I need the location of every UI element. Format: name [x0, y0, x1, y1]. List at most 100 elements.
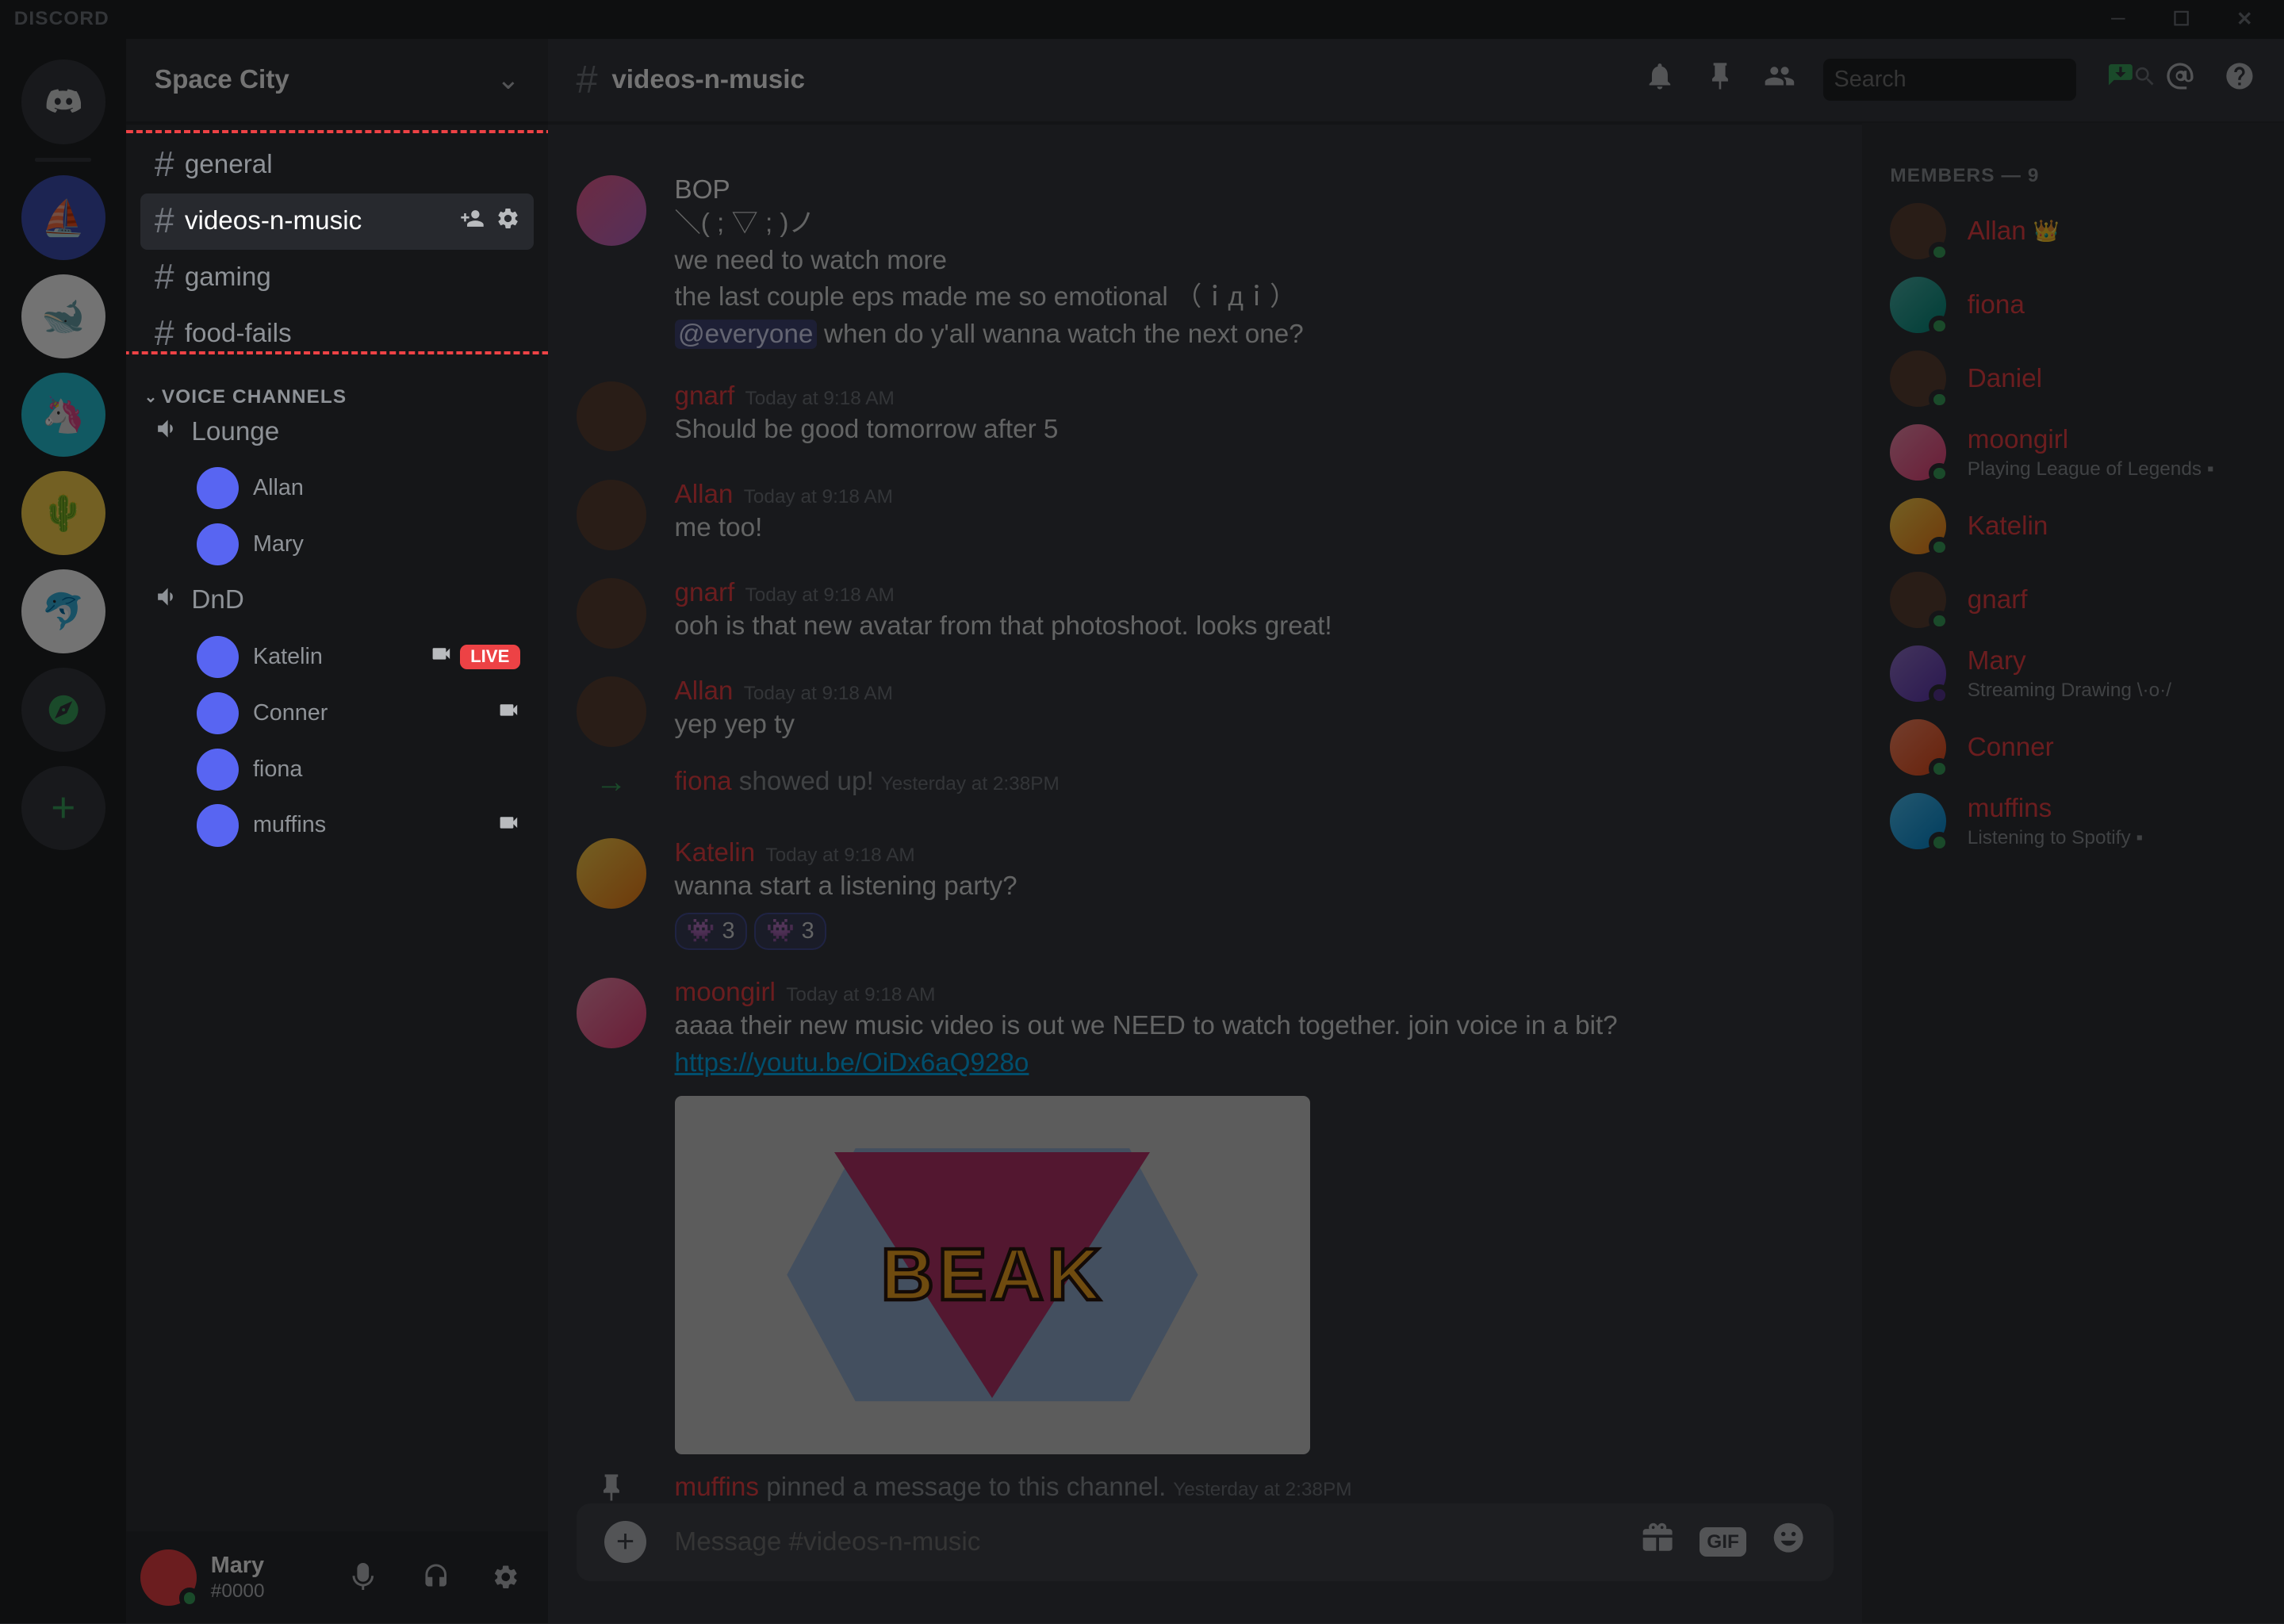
reaction[interactable]: 👾3: [675, 913, 747, 950]
avatar[interactable]: [577, 480, 647, 550]
member-item[interactable]: Conner: [1876, 710, 2270, 784]
help-icon[interactable]: [2224, 60, 2255, 100]
server-icon[interactable]: 🦄: [21, 373, 105, 457]
member-item[interactable]: moongirlPlaying League of Legends ▪: [1876, 416, 2270, 489]
text-channel-gaming[interactable]: #gaming: [140, 250, 534, 306]
avatar[interactable]: [577, 676, 647, 747]
memberlist-icon[interactable]: [1764, 60, 1795, 100]
server-name: Space City: [155, 65, 496, 95]
author-name[interactable]: Katelin: [675, 838, 756, 868]
voice-user[interactable]: KatelinLIVE: [140, 629, 534, 685]
author-name[interactable]: gnarf: [675, 578, 735, 608]
member-item[interactable]: Allan👑: [1876, 194, 2270, 268]
inbox-icon[interactable]: [2105, 60, 2136, 100]
settings-button[interactable]: [477, 1549, 534, 1606]
close-button[interactable]: ✕: [2221, 2, 2270, 36]
member-name: muffins: [1968, 791, 2143, 825]
avatar[interactable]: [577, 978, 647, 1048]
voice-user[interactable]: muffins: [140, 798, 534, 854]
mention[interactable]: @everyone: [675, 320, 817, 349]
attach-button[interactable]: +: [604, 1521, 646, 1563]
user-avatar[interactable]: [140, 1549, 197, 1606]
member-item[interactable]: muffinsListening to Spotify ▪: [1876, 784, 2270, 858]
voice-user-name: muffins: [253, 812, 326, 838]
author-name[interactable]: Allan: [675, 676, 734, 707]
join-system-message: →fiona showed up!Yesterday at 2:38PM: [548, 750, 1862, 814]
gear-icon[interactable]: [496, 206, 520, 237]
avatar[interactable]: [577, 175, 647, 246]
deafen-button[interactable]: [408, 1549, 464, 1606]
member-item[interactable]: gnarf: [1876, 563, 2270, 637]
camera-icon: [497, 699, 520, 728]
message-scroll[interactable]: BOP＼( ; ▽ ; )ノwe need to watch morethe l…: [548, 123, 1862, 1503]
server-header[interactable]: Space City ⌄: [126, 39, 548, 123]
mentions-icon[interactable]: [2164, 60, 2196, 100]
voice-user[interactable]: fiona: [140, 741, 534, 798]
add-member-icon[interactable]: [460, 206, 485, 237]
avatar[interactable]: [577, 578, 647, 649]
text-channel-videos-n-music[interactable]: #videos-n-music: [140, 193, 534, 250]
member-item[interactable]: MaryStreaming Drawing \·o·/: [1876, 637, 2270, 710]
search-box[interactable]: [1823, 59, 2076, 101]
message: gnarfToday at 9:18 AMooh is that new ava…: [548, 575, 1862, 652]
author-name[interactable]: BOP: [675, 175, 730, 205]
mute-button[interactable]: [337, 1549, 393, 1606]
reaction[interactable]: 👾3: [754, 913, 826, 950]
gift-icon[interactable]: [1640, 1520, 1675, 1564]
timestamp: Yesterday at 2:38PM: [1173, 1479, 1351, 1500]
gif-button[interactable]: GIF: [1700, 1527, 1746, 1557]
minimize-button[interactable]: ─: [2094, 2, 2143, 36]
member-name: Conner: [1968, 730, 2054, 764]
avatar[interactable]: [577, 838, 647, 909]
message-content: wanna start a listening party?: [675, 868, 1834, 906]
member-name: Daniel: [1968, 362, 2042, 396]
video-embed[interactable]: BEAK▶: [675, 1096, 1311, 1454]
message-content: me too!: [675, 510, 1834, 547]
author-name[interactable]: gnarf: [675, 381, 735, 412]
member-item[interactable]: fiona: [1876, 268, 2270, 342]
author-name[interactable]: moongirl: [675, 978, 776, 1008]
text-channel-food-fails[interactable]: #food-fails: [140, 305, 534, 362]
voice-channel-Lounge[interactable]: Lounge: [140, 404, 534, 460]
message-area: BOP＼( ; ▽ ; )ノwe need to watch morethe l…: [548, 123, 1862, 1623]
emoji-icon[interactable]: [1771, 1520, 1806, 1564]
add-server-button[interactable]: +: [21, 766, 105, 850]
member-name: moongirl: [1968, 423, 2214, 457]
chat-area: # videos-n-music BOP＼( ; ▽: [548, 39, 2283, 1623]
voice-user[interactable]: Mary: [140, 516, 534, 573]
avatar[interactable]: [577, 381, 647, 452]
server-icon[interactable]: ⛵: [21, 175, 105, 259]
voice-channel-DnD[interactable]: DnD: [140, 573, 534, 629]
message-input[interactable]: [675, 1527, 1641, 1557]
voice-user[interactable]: Conner: [140, 685, 534, 741]
voice-user-name: fiona: [253, 756, 302, 783]
voice-category[interactable]: ⌄ VOICE CHANNELS: [140, 362, 534, 404]
sys-author[interactable]: muffins: [675, 1473, 759, 1502]
timestamp: Today at 9:18 AM: [765, 845, 914, 867]
message-input-box[interactable]: + GIF: [577, 1503, 1834, 1580]
server-icon[interactable]: 🐬: [21, 569, 105, 653]
server-icon[interactable]: 🐋: [21, 274, 105, 358]
user-info[interactable]: Mary #0000: [211, 1552, 324, 1603]
sys-author[interactable]: fiona: [675, 767, 732, 796]
voice-user-name: Allan: [253, 475, 304, 501]
maximize-button[interactable]: ☐: [2157, 2, 2206, 36]
notifications-icon[interactable]: [1644, 60, 1676, 100]
member-item[interactable]: Katelin: [1876, 489, 2270, 563]
link[interactable]: https://youtu.be/OiDx6aQ928o: [675, 1048, 1029, 1078]
member-item[interactable]: Daniel: [1876, 342, 2270, 416]
search-input[interactable]: [1834, 67, 2133, 93]
voice-user[interactable]: Allan: [140, 460, 534, 516]
chevron-down-icon: ⌄: [496, 63, 520, 96]
author-name[interactable]: Allan: [675, 480, 734, 510]
timestamp: Today at 9:18 AM: [744, 683, 893, 705]
voice-user-name: Katelin: [253, 644, 323, 670]
members-list: MEMBERS — 9 Allan👑fionaDanielmoongirlPla…: [1862, 123, 2284, 1623]
category-label: VOICE CHANNELS: [162, 386, 347, 408]
pinned-icon[interactable]: [1704, 60, 1736, 100]
hash-icon: #: [155, 201, 174, 241]
explore-button[interactable]: [21, 668, 105, 752]
text-channel-general[interactable]: #general: [140, 137, 534, 193]
server-icon[interactable]: 🌵: [21, 471, 105, 555]
dm-home-button[interactable]: [21, 59, 105, 144]
